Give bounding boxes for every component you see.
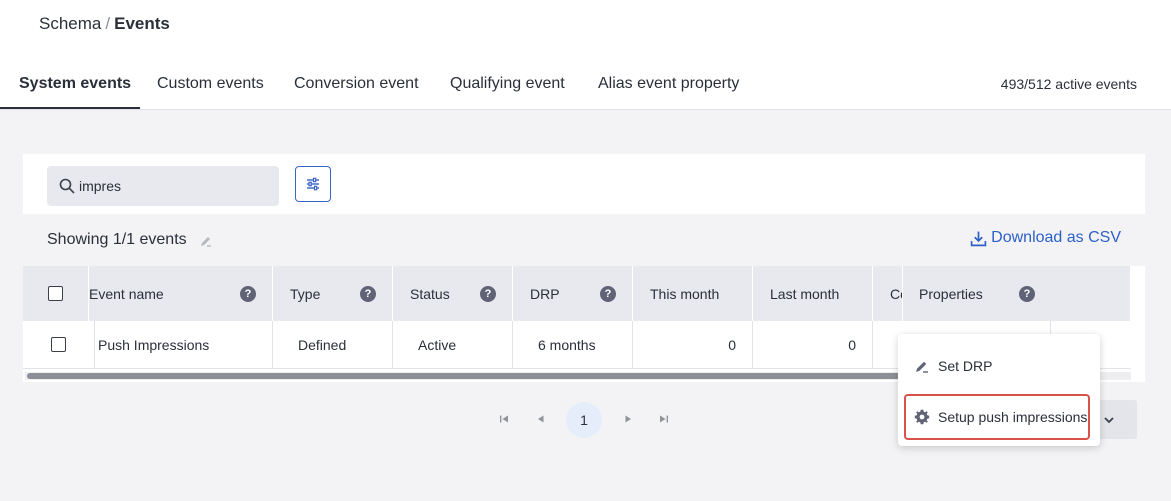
header-co[interactable]: Co (873, 266, 903, 321)
table-header: Event name ? Type ? Status ? DRP ? This … (23, 266, 1131, 321)
header-drp[interactable]: DRP ? (513, 266, 633, 321)
header-type[interactable]: Type ? (273, 266, 393, 321)
tab-conversion-event[interactable]: Conversion event (294, 64, 419, 110)
cell-this-month: 0 (633, 321, 753, 368)
menu-item-set-drp[interactable]: Set DRP (898, 346, 1100, 386)
tab-alias-event-property[interactable]: Alias event property (598, 64, 739, 110)
top-bar: Schema / Events System events Custom event… (0, 0, 1171, 110)
menu-item-setup-push-impressions[interactable]: Setup push impressions (904, 394, 1090, 440)
header-select-cell (23, 266, 89, 321)
row-actions-menu: Set DRP Setup push impressions (898, 334, 1100, 446)
cell-last-month: 0 (753, 321, 873, 368)
gear-icon (914, 409, 930, 425)
help-icon[interactable]: ? (1019, 286, 1035, 302)
header-type-label: Type (290, 285, 321, 302)
header-status[interactable]: Status ? (393, 266, 513, 321)
showing-count: Showing 1/1 events (47, 231, 187, 248)
search-icon (59, 178, 75, 194)
tab-custom-events[interactable]: Custom events (157, 64, 264, 110)
select-all-checkbox[interactable] (48, 286, 63, 301)
scrollbar-thumb[interactable] (27, 373, 907, 379)
header-status-label: Status (410, 285, 450, 302)
breadcrumb-parent[interactable]: Schema (39, 14, 101, 33)
current-page[interactable]: 1 (566, 402, 602, 438)
row-select-cell (23, 321, 95, 368)
active-tab-underline (0, 107, 140, 109)
table-info-bar: Showing 1/1 events Download as CSV (23, 214, 1145, 266)
header-properties[interactable]: Properties ? (903, 266, 1131, 321)
cell-drp: 6 months (513, 321, 633, 368)
next-page-icon[interactable] (621, 412, 635, 426)
cell-status: Active (393, 321, 513, 368)
download-csv-link[interactable]: Download as CSV (970, 229, 1121, 247)
breadcrumb-current: Events (114, 14, 170, 33)
last-page-icon[interactable] (657, 412, 671, 426)
header-properties-label: Properties (919, 285, 983, 302)
header-event-name-label: Event name (89, 285, 164, 302)
help-icon[interactable]: ? (240, 286, 256, 302)
help-icon[interactable]: ? (480, 286, 496, 302)
download-icon (970, 231, 987, 246)
pen-icon (916, 361, 928, 373)
menu-item-label: Set DRP (938, 358, 993, 374)
first-page-icon[interactable] (497, 412, 511, 426)
row-checkbox[interactable] (51, 337, 66, 352)
download-csv-label: Download as CSV (991, 229, 1121, 246)
header-last-month[interactable]: Last month (753, 266, 873, 321)
breadcrumb-separator: / (105, 14, 111, 33)
header-event-name[interactable]: Event name ? (89, 266, 273, 321)
tab-qualifying-event[interactable]: Qualifying event (450, 64, 565, 110)
help-icon[interactable]: ? (600, 286, 616, 302)
header-drp-label: DRP (530, 285, 560, 302)
active-events-count: 493/512 active events (1000, 76, 1137, 92)
breadcrumb: Schema / Events (39, 14, 170, 34)
cell-type: Defined (273, 321, 393, 368)
cell-event-name[interactable]: Push Impressions (95, 321, 273, 368)
search-box[interactable] (47, 166, 279, 206)
tab-system-events[interactable]: System events (19, 64, 131, 110)
chevron-down-icon (1103, 416, 1114, 423)
help-icon[interactable]: ? (360, 286, 376, 302)
header-this-month[interactable]: This month (633, 266, 753, 321)
filter-button[interactable] (295, 166, 331, 202)
menu-item-label: Setup push impressions (938, 409, 1088, 425)
sliders-icon (307, 177, 319, 191)
search-input[interactable] (79, 166, 269, 206)
previous-page-icon[interactable] (534, 412, 548, 426)
edit-pen-icon[interactable] (199, 234, 213, 248)
